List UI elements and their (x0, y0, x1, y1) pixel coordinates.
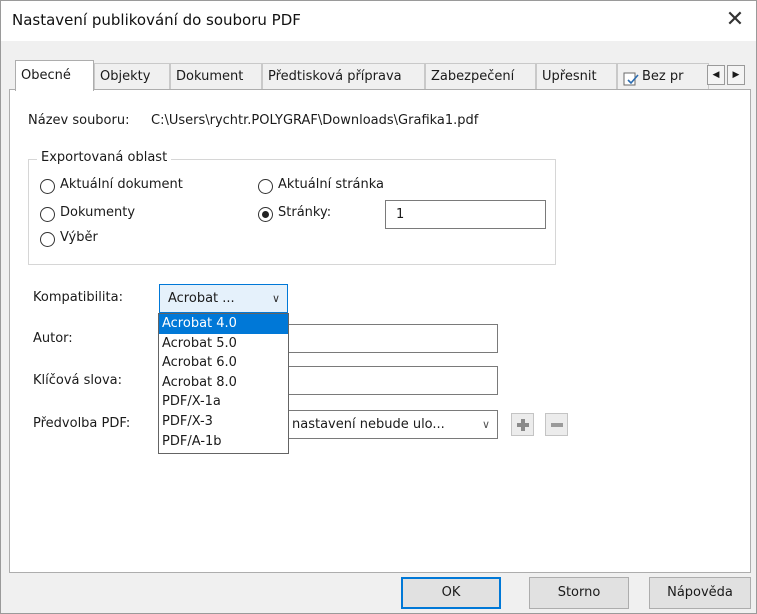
radio-current-document[interactable] (40, 179, 55, 194)
radio-selection[interactable] (40, 232, 55, 247)
dropdown-option-pdfa-1b[interactable]: PDF/A-1b (159, 432, 288, 452)
radio-current-page[interactable] (258, 179, 273, 194)
radio-pages-label: Stránky: (278, 205, 332, 220)
tab-bez-prehledu-label: Bez pr (642, 69, 684, 84)
ok-button[interactable]: OK (401, 577, 501, 609)
tab-strip: Obecné Objekty Dokument Předtisková příp… (9, 60, 753, 91)
radio-documents-label: Dokumenty (60, 205, 136, 220)
help-button[interactable]: Nápověda (649, 577, 751, 609)
dropdown-option-pdfx-1a[interactable]: PDF/X-1a (159, 392, 288, 412)
title-bar: Nastavení publikování do souboru PDF ✕ (1, 1, 756, 41)
compatibility-select-value: Acrobat ... (168, 291, 235, 306)
radio-current-page-label: Aktuální stránka (278, 177, 385, 192)
tab-objekty[interactable]: Objekty (94, 63, 170, 90)
dropdown-option-acrobat-5[interactable]: Acrobat 5.0 (159, 334, 288, 354)
radio-current-document-label: Aktuální dokument (60, 177, 183, 192)
cancel-button[interactable]: Storno (529, 577, 629, 609)
tab-scroll-left-button[interactable]: ◀ (707, 65, 725, 85)
remove-preset-button[interactable] (545, 413, 568, 436)
radio-pages[interactable] (258, 207, 273, 222)
chevron-down-icon: ∨ (271, 292, 280, 305)
tab-scroll-right-button[interactable]: ▶ (727, 65, 745, 85)
tab-predtiskova-priprava[interactable]: Předtisková příprava (262, 63, 425, 90)
keywords-label: Klíčová slova: (33, 373, 123, 388)
tab-dokument[interactable]: Dokument (170, 63, 262, 90)
compatibility-dropdown-list: Acrobat 4.0 Acrobat 5.0 Acrobat 6.0 Acro… (158, 313, 289, 454)
dropdown-option-acrobat-8[interactable]: Acrobat 8.0 (159, 373, 288, 393)
pdf-publish-dialog: Nastavení publikování do souboru PDF ✕ O… (0, 0, 757, 614)
pdf-preset-select[interactable]: nastavení nebude ulo... ∨ (288, 410, 498, 439)
keywords-input[interactable] (288, 366, 498, 395)
tab-obecne[interactable]: Obecné (15, 60, 94, 91)
file-name-label: Název souboru: (28, 113, 130, 128)
tab-zabezpeceni[interactable]: Zabezpečení (425, 63, 536, 90)
export-area-title: Exportovaná oblast (37, 150, 172, 165)
checklist-icon (623, 70, 639, 85)
radio-selection-label: Výběr (60, 230, 98, 245)
dropdown-option-acrobat-6[interactable]: Acrobat 6.0 (159, 353, 288, 373)
add-preset-button[interactable] (511, 413, 534, 436)
pages-input[interactable]: 1 (385, 200, 546, 229)
chevron-down-icon: ∨ (481, 418, 490, 431)
tab-upresnit[interactable]: Upřesnit (536, 63, 617, 90)
radio-documents[interactable] (40, 207, 55, 222)
file-name-value: C:\Users\rychtr.POLYGRAF\Downloads\Grafi… (151, 113, 479, 128)
author-label: Autor: (33, 331, 73, 346)
dropdown-option-pdfx-3[interactable]: PDF/X-3 (159, 412, 288, 432)
compatibility-select[interactable]: Acrobat ... ∨ (159, 284, 288, 313)
compatibility-label: Kompatibilita: (33, 290, 123, 305)
dropdown-option-acrobat-4[interactable]: Acrobat 4.0 (159, 314, 288, 334)
author-input[interactable] (288, 324, 498, 353)
pdf-preset-label: Předvolba PDF: (33, 416, 131, 431)
tab-bez-prehledu[interactable]: Bez pr (617, 63, 709, 90)
dialog-title: Nastavení publikování do souboru PDF (12, 11, 301, 29)
close-icon[interactable]: ✕ (720, 5, 750, 35)
pdf-preset-value: nastavení nebude ulo... (292, 417, 445, 432)
